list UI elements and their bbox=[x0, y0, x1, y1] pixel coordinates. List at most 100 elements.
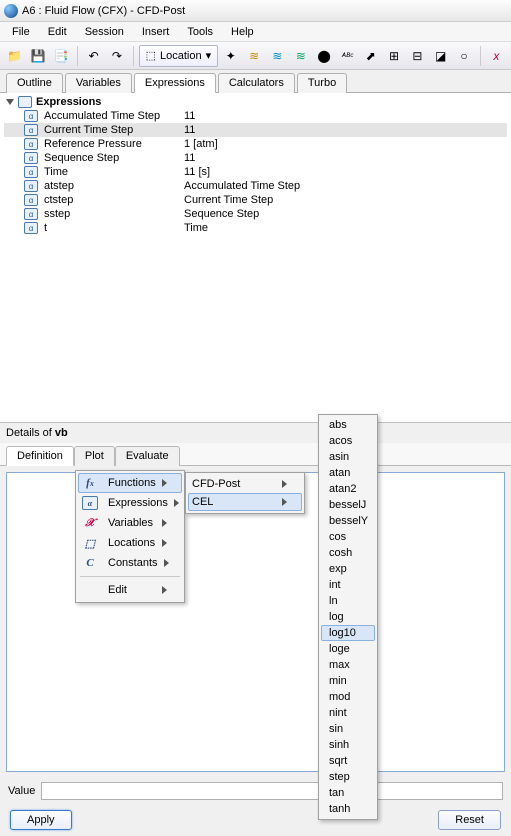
function-list[interactable]: absacosasinatanatan2besselJbesselYcoscos… bbox=[318, 414, 378, 820]
func-besselY[interactable]: besselY bbox=[321, 513, 375, 529]
func-nint[interactable]: nint bbox=[321, 705, 375, 721]
tree-row[interactable]: αsstepSequence Step bbox=[4, 207, 507, 221]
tree-row[interactable]: αTime11 [s] bbox=[4, 165, 507, 179]
tab-calculators[interactable]: Calculators bbox=[218, 73, 295, 93]
ctx-functions[interactable]: fx Functions bbox=[78, 473, 182, 493]
dtab-definition[interactable]: Definition bbox=[6, 446, 74, 466]
context-submenu[interactable]: CFD-Post CEL bbox=[185, 472, 305, 514]
func-ln[interactable]: ln bbox=[321, 593, 375, 609]
func-max[interactable]: max bbox=[321, 657, 375, 673]
dtab-plot[interactable]: Plot bbox=[74, 446, 115, 466]
tree-row[interactable]: αSequence Step11 bbox=[4, 151, 507, 165]
func-atan2[interactable]: atan2 bbox=[321, 481, 375, 497]
expr-icon: α bbox=[24, 222, 38, 234]
func-sinh[interactable]: sinh bbox=[321, 737, 375, 753]
expr-icon: α bbox=[82, 496, 98, 510]
toolbar-btn-j[interactable]: ○ bbox=[453, 45, 474, 67]
toolbar-btn-1[interactable]: 📁 bbox=[4, 45, 25, 67]
func-besselJ[interactable]: besselJ bbox=[321, 497, 375, 513]
tab-outline[interactable]: Outline bbox=[6, 73, 63, 93]
submenu-arrow-icon bbox=[162, 586, 167, 594]
func-log10[interactable]: log10 bbox=[321, 625, 375, 641]
ctx-cel[interactable]: CEL bbox=[188, 493, 302, 511]
expr-icon: α bbox=[24, 166, 38, 178]
toolbar: 📁 💾 📑 ↶ ↷ ⬚ Location ▾ ✦ ≋ ≋ ≋ ⬤ ᴬᴮᶜ ⬈ ⊞… bbox=[0, 42, 511, 70]
button-row: Apply Reset bbox=[0, 804, 511, 836]
details-prefix: Details of bbox=[6, 427, 55, 439]
tree-root[interactable]: Expressions bbox=[4, 95, 507, 109]
tab-turbo[interactable]: Turbo bbox=[297, 73, 347, 93]
expr-name: Sequence Step bbox=[44, 152, 184, 164]
toolbar-btn-a[interactable]: ✦ bbox=[220, 45, 241, 67]
menu-help[interactable]: Help bbox=[223, 24, 262, 40]
toolbar-btn-2[interactable]: 💾 bbox=[27, 45, 48, 67]
tree-row[interactable]: αCurrent Time Step11 bbox=[4, 123, 507, 137]
func-asin[interactable]: asin bbox=[321, 449, 375, 465]
func-abs[interactable]: abs bbox=[321, 417, 375, 433]
func-int[interactable]: int bbox=[321, 577, 375, 593]
menu-session[interactable]: Session bbox=[77, 24, 132, 40]
func-step[interactable]: step bbox=[321, 769, 375, 785]
ctx-edit[interactable]: Edit bbox=[78, 580, 182, 600]
func-cosh[interactable]: cosh bbox=[321, 545, 375, 561]
expr-value: 11 [s] bbox=[184, 166, 507, 178]
menu-insert[interactable]: Insert bbox=[134, 24, 178, 40]
ctx-cfdpost[interactable]: CFD-Post bbox=[188, 475, 302, 493]
tab-expressions[interactable]: Expressions bbox=[134, 73, 216, 93]
tab-variables[interactable]: Variables bbox=[65, 73, 132, 93]
toolbar-btn-i[interactable]: ◪ bbox=[430, 45, 451, 67]
toolbar-btn-h[interactable]: ⊟ bbox=[407, 45, 428, 67]
context-menu[interactable]: fx Functions α Expressions 𝒳 Variables ⬚… bbox=[75, 470, 185, 603]
chevron-down-icon: ▾ bbox=[206, 49, 212, 62]
func-sin[interactable]: sin bbox=[321, 721, 375, 737]
toolbar-btn-f[interactable]: ⬈ bbox=[360, 45, 381, 67]
func-exp[interactable]: exp bbox=[321, 561, 375, 577]
details-header: Details of vb bbox=[0, 423, 511, 443]
func-tanh[interactable]: tanh bbox=[321, 801, 375, 817]
ctx-label: Expressions bbox=[108, 497, 168, 509]
reset-button[interactable]: Reset bbox=[438, 810, 501, 830]
menu-edit[interactable]: Edit bbox=[40, 24, 75, 40]
fx-icon: fx bbox=[82, 476, 98, 490]
toolbar-btn-g[interactable]: ⊞ bbox=[383, 45, 404, 67]
dtab-evaluate[interactable]: Evaluate bbox=[115, 446, 180, 466]
toolbar-btn-var[interactable]: x bbox=[486, 45, 507, 67]
toolbar-btn-undo[interactable]: ↶ bbox=[83, 45, 104, 67]
ctx-variables[interactable]: 𝒳 Variables bbox=[78, 513, 182, 533]
toolbar-btn-c[interactable]: ≋ bbox=[267, 45, 288, 67]
ctx-label: Constants bbox=[108, 557, 158, 569]
tree-row[interactable]: αatstepAccumulated Time Step bbox=[4, 179, 507, 193]
toolbar-btn-redo[interactable]: ↷ bbox=[106, 45, 127, 67]
func-sqrt[interactable]: sqrt bbox=[321, 753, 375, 769]
func-acos[interactable]: acos bbox=[321, 433, 375, 449]
toolbar-btn-e[interactable]: ⬤ bbox=[313, 45, 334, 67]
menu-tools[interactable]: Tools bbox=[179, 24, 221, 40]
func-tan[interactable]: tan bbox=[321, 785, 375, 801]
tree-row[interactable]: αctstepCurrent Time Step bbox=[4, 193, 507, 207]
func-mod[interactable]: mod bbox=[321, 689, 375, 705]
toolbar-btn-d[interactable]: ≋ bbox=[290, 45, 311, 67]
func-atan[interactable]: atan bbox=[321, 465, 375, 481]
apply-button[interactable]: Apply bbox=[10, 810, 72, 830]
func-min[interactable]: min bbox=[321, 673, 375, 689]
menu-file[interactable]: File bbox=[4, 24, 38, 40]
location-dropdown[interactable]: ⬚ Location ▾ bbox=[139, 45, 219, 67]
ctx-expressions[interactable]: α Expressions bbox=[78, 493, 182, 513]
func-cos[interactable]: cos bbox=[321, 529, 375, 545]
toolbar-btn-3[interactable]: 📑 bbox=[51, 45, 72, 67]
tree-row[interactable]: αReference Pressure1 [atm] bbox=[4, 137, 507, 151]
ctx-constants[interactable]: C Constants bbox=[78, 553, 182, 573]
expr-icon: α bbox=[24, 208, 38, 220]
submenu-arrow-icon bbox=[282, 480, 287, 488]
tree-row[interactable]: αtTime bbox=[4, 221, 507, 235]
toolbar-btn-abc[interactable]: ᴬᴮᶜ bbox=[337, 45, 358, 67]
ctx-locations[interactable]: ⬚ Locations bbox=[78, 533, 182, 553]
tree-row[interactable]: αAccumulated Time Step11 bbox=[4, 109, 507, 123]
func-log[interactable]: log bbox=[321, 609, 375, 625]
func-loge[interactable]: loge bbox=[321, 641, 375, 657]
toolbar-btn-b[interactable]: ≋ bbox=[243, 45, 264, 67]
collapse-icon[interactable] bbox=[6, 99, 14, 105]
value-row: Value bbox=[0, 778, 511, 804]
expr-value: Accumulated Time Step bbox=[184, 180, 507, 192]
value-input[interactable] bbox=[41, 782, 503, 800]
